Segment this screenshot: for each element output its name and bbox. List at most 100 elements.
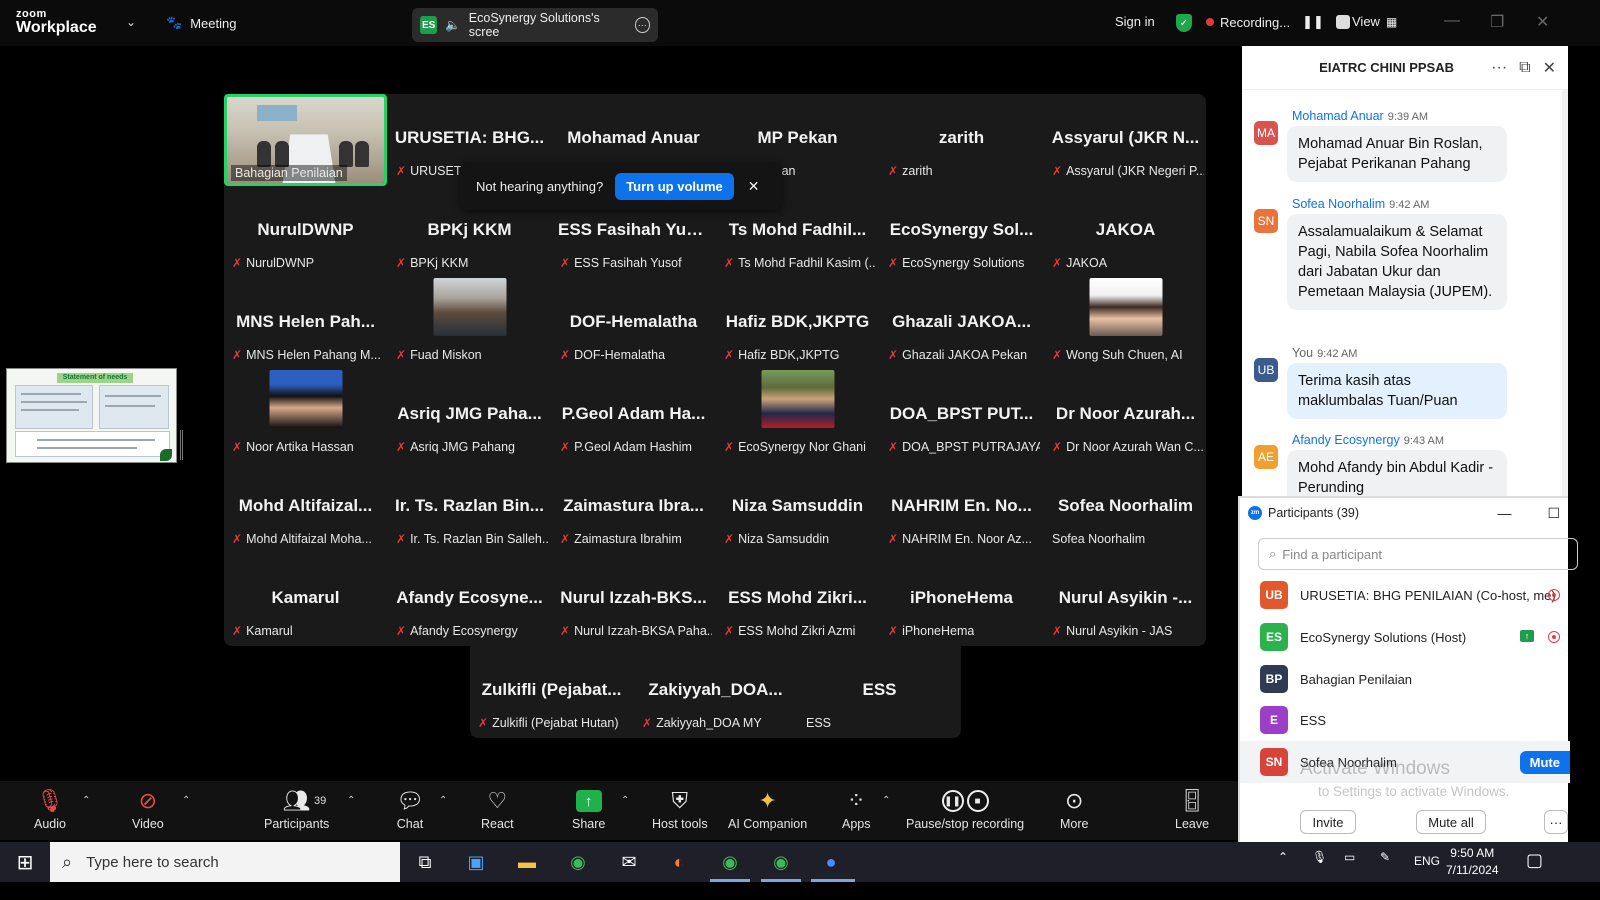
turn-up-volume-button[interactable]: Turn up volume: [615, 172, 734, 200]
participant-tile[interactable]: EcoSynergy Sol... ✗ EcoSynergy Solutions: [880, 186, 1043, 278]
participant-tile[interactable]: Sofea Noorhalim Sofea Noorhalim: [1044, 462, 1207, 554]
participant-search-input[interactable]: ⌕ Find a participant: [1258, 538, 1578, 570]
audio-caret-icon[interactable]: ⌃: [82, 795, 90, 806]
participant-tile[interactable]: ✗ Fuad Miskon: [388, 278, 551, 370]
video-caret-icon[interactable]: ⌃: [182, 795, 190, 806]
participant-tile[interactable]: ✗ Wong Suh Chuen, AI: [1044, 278, 1207, 370]
encryption-shield-icon[interactable]: ✓: [1176, 14, 1192, 32]
participant-tile[interactable]: DOF-Hemalatha ✗ DOF-Hemalatha: [552, 278, 715, 370]
more-options-icon[interactable]: ···: [1544, 810, 1568, 834]
participant-tile[interactable]: MNS Helen Pah... ✗ MNS Helen Pahang M...: [224, 278, 387, 370]
participant-tile[interactable]: Dr Noor Azurah... ✗ Dr Noor Azurah Wan C..…: [1044, 370, 1207, 462]
notifications-icon[interactable]: ▢: [1526, 850, 1543, 871]
participant-tile[interactable]: Zaimastura Ibra... ✗ Zaimastura Ibrahim: [552, 462, 715, 554]
chrome-icon[interactable]: ◉: [565, 850, 591, 874]
pause-stop-recording-button[interactable]: ❚❚ ■ Pause/stop recording: [906, 785, 1024, 831]
windows-start-icon[interactable]: ⊞: [12, 850, 38, 874]
pen-icon[interactable]: ✎: [1380, 850, 1390, 864]
participant-tile[interactable]: Nurul Asyikin -... ✗ Nurul Asyikin - JAS: [1044, 554, 1207, 646]
share-button[interactable]: ↑ Share: [572, 785, 605, 831]
chevron-up-icon[interactable]: ⌃: [1278, 850, 1288, 864]
participant-tile[interactable]: ESS Mohd Zikri... ✗ ESS Mohd Zikri Azmi: [716, 554, 879, 646]
view-button[interactable]: View ▦: [1352, 14, 1397, 29]
participant-row[interactable]: E ESS: [1240, 699, 1570, 741]
restore-window-icon[interactable]: ❐: [1490, 12, 1504, 32]
firefox-icon[interactable]: ◐: [666, 850, 692, 874]
participant-row[interactable]: UB URUSETIA: BHG PENILAIAN (Co-host, me): [1240, 574, 1570, 616]
participant-tile[interactable]: Ir. Ts. Razlan Bin... ✗ Ir. Ts. Razlan Bin…: [388, 462, 551, 554]
host-tools-button[interactable]: ⛨ Host tools: [652, 785, 708, 831]
invite-button[interactable]: Invite: [1300, 810, 1356, 834]
pause-icon[interactable]: ❚❚: [1302, 14, 1324, 30]
chrome-profile-m-icon[interactable]: ◉: [717, 850, 743, 874]
chat-scrollbar[interactable]: [1562, 90, 1568, 496]
chrome-profile-r-icon[interactable]: ◉: [768, 850, 794, 874]
battery-icon[interactable]: ▭: [1344, 850, 1355, 864]
microphone-icon[interactable]: 🎙︎: [1312, 850, 1327, 864]
participant-tile[interactable]: Ghazali JAKOA... ✗ Ghazali JAKOA Pekan: [880, 278, 1043, 370]
task-view-icon[interactable]: ⧉: [412, 850, 438, 874]
participant-tile[interactable]: ESS ESS: [798, 646, 961, 738]
ai-companion-button[interactable]: ✦ AI Companion: [728, 785, 807, 831]
video-button[interactable]: ⊘ Video: [132, 785, 164, 831]
maximize-panel-icon[interactable]: ☐: [1547, 505, 1560, 522]
participant-row[interactable]: ES EcoSynergy Solutions (Host) ↑: [1240, 616, 1570, 658]
taskbar-search-input[interactable]: ⌕ Type here to search: [50, 842, 400, 882]
participant-tile[interactable]: zarith ✗ zarith: [880, 94, 1043, 186]
apps-button[interactable]: ⁘ Apps: [842, 785, 871, 831]
file-explorer-icon[interactable]: ▬: [514, 850, 540, 874]
participant-row[interactable]: BP Bahagian Penilaian: [1240, 658, 1570, 700]
chat-button[interactable]: 💬︎ Chat: [396, 785, 424, 831]
participants-caret-icon[interactable]: ⌃: [347, 795, 355, 806]
share-caret-icon[interactable]: ⌃: [621, 795, 629, 806]
participant-tile[interactable]: Hafiz BDK,JKPTG ✗ Hafiz BDK,JKPTG: [716, 278, 879, 370]
participant-tile[interactable]: Niza Samsuddin ✗ Niza Samsuddin: [716, 462, 879, 554]
mute-all-button[interactable]: Mute all: [1416, 810, 1486, 834]
participant-tile[interactable]: ✗ EcoSynergy Nor Ghani: [716, 370, 879, 462]
recording-indicator[interactable]: Recording... ❚❚: [1206, 14, 1350, 30]
mail-icon[interactable]: ✉: [616, 850, 642, 874]
store-icon[interactable]: ▣: [463, 850, 489, 874]
mute-participant-button[interactable]: Mute: [1519, 751, 1570, 774]
apps-caret-icon[interactable]: ⌃: [882, 795, 890, 806]
participant-tile[interactable]: Kamarul ✗ Kamarul: [224, 554, 387, 646]
sign-in-button[interactable]: Sign in: [1115, 14, 1155, 29]
participant-tile[interactable]: Nurul Izzah-BKS... ✗ Nurul Izzah-BKSA Paha…: [552, 554, 715, 646]
participant-tile[interactable]: ✗ Noor Artika Hassan: [224, 370, 387, 462]
audio-button[interactable]: 🎙︎ Audio: [34, 785, 66, 831]
participant-tile[interactable]: Zakiyyah_DOA... ✗ Zakiyyah_DOA MY: [634, 646, 797, 738]
more-options-icon[interactable]: ···: [1491, 59, 1507, 77]
participant-tile[interactable]: JAKOA ✗ JAKOA: [1044, 186, 1207, 278]
pop-out-icon[interactable]: ⧉: [1519, 59, 1530, 77]
more-options-icon[interactable]: ···: [634, 17, 650, 33]
language-indicator[interactable]: ENG: [1414, 854, 1440, 868]
participant-tile[interactable]: iPhoneHema ✗ iPhoneHema: [880, 554, 1043, 646]
participants-button[interactable]: 👥︎ Participants: [264, 785, 329, 831]
react-button[interactable]: ♡ React: [481, 785, 514, 831]
participant-tile[interactable]: Asriq JMG Paha... ✗ Asriq JMG Pahang: [388, 370, 551, 462]
stop-icon[interactable]: [1335, 15, 1350, 29]
minimize-panel-icon[interactable]: —: [1497, 505, 1511, 522]
shared-slide-thumbnail[interactable]: Statement of needs: [6, 368, 177, 463]
participant-tile[interactable]: Mohd Altifaizal... ✗ Mohd Altifaizal Moha.…: [224, 462, 387, 554]
participant-tile[interactable]: P.Geol Adam Ha... ✗ P.Geol Adam Hashim: [552, 370, 715, 462]
screen-share-pill[interactable]: ES 🔈 EcoSynergy Solutions's scree ···: [412, 8, 658, 42]
leave-button[interactable]: 🚪︎ Leave: [1175, 785, 1209, 831]
participant-tile[interactable]: DOA_BPST PUT... ✗ DOA_BPST PUTRAJAYA: [880, 370, 1043, 462]
system-clock[interactable]: 9:50 AM 7/11/2024: [1446, 845, 1499, 879]
thumbnail-resize-handle[interactable]: [180, 430, 183, 460]
minimize-window-icon[interactable]: —: [1444, 12, 1460, 30]
zoom-workplace-logo[interactable]: zoom Workplace: [16, 9, 97, 36]
participant-tile[interactable]: NurulDWNP ✗ NurulDWNP: [224, 186, 387, 278]
chat-caret-icon[interactable]: ⌃: [439, 795, 447, 806]
close-window-icon[interactable]: ✕: [1536, 12, 1549, 32]
more-button[interactable]: ⊙ More: [1060, 785, 1088, 831]
participant-tile[interactable]: Zulkifli (Pejabat... ✗ Zulkifli (Pejabat H…: [470, 646, 633, 738]
participant-tile[interactable]: Assyarul (JKR N... ✗ Assyarul (JKR Negeri …: [1044, 94, 1207, 186]
participant-video-tile[interactable]: Bahagian Penilaian: [224, 94, 387, 186]
zoom-app-icon[interactable]: ●: [818, 850, 844, 874]
participant-tile[interactable]: NAHRIM En. No... ✗ NAHRIM En. Noor Az...: [880, 462, 1043, 554]
participant-tile[interactable]: Afandy Ecosyne... ✗ Afandy Ecosynergy: [388, 554, 551, 646]
close-icon[interactable]: ✕: [1543, 58, 1556, 78]
meeting-menu-button[interactable]: 🐾 Meeting: [166, 15, 236, 31]
